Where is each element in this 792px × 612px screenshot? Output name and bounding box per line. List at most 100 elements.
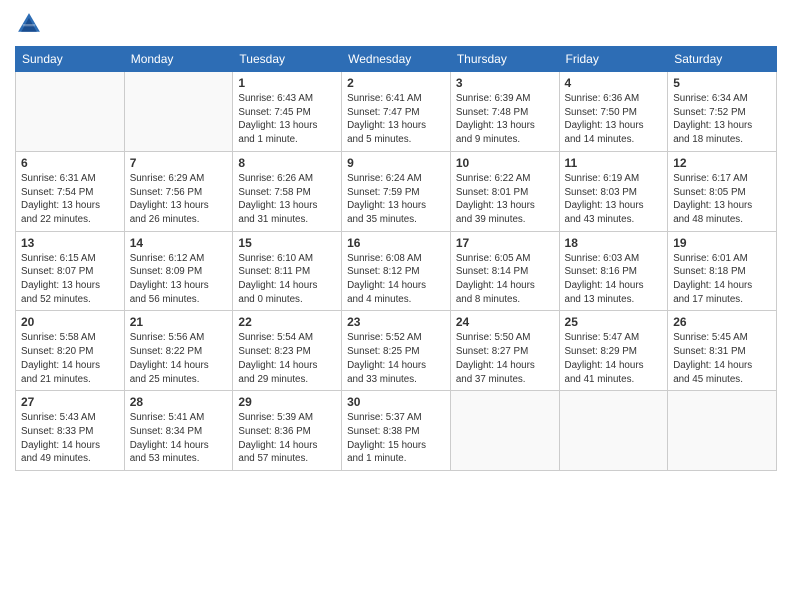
cell-info: Sunrise: 6:08 AM Sunset: 8:12 PM Dayligh… [347, 252, 445, 307]
cell-info: Sunrise: 5:37 AM Sunset: 8:38 PM Dayligh… [347, 411, 445, 466]
calendar-cell: 15 Sunrise: 6:10 AM Sunset: 8:11 PM Dayli… [233, 231, 342, 311]
calendar-cell: 16 Sunrise: 6:08 AM Sunset: 8:12 PM Dayli… [342, 231, 451, 311]
cell-info: Sunrise: 6:24 AM Sunset: 7:59 PM Dayligh… [347, 172, 445, 227]
weekday-header-friday: Friday [559, 47, 668, 72]
calendar-cell: 27Sunrise: 5:43 AM Sunset: 8:33 PM Dayli… [16, 391, 125, 471]
calendar-cell: 28Sunrise: 5:41 AM Sunset: 8:34 PM Dayli… [124, 391, 233, 471]
cell-info: Sunrise: 6:12 AM Sunset: 8:09 PM Dayligh… [130, 252, 228, 307]
cell-info: Sunrise: 5:52 AM Sunset: 8:25 PM Dayligh… [347, 331, 445, 386]
cell-date: 23 [347, 315, 445, 329]
cell-date: 29 [238, 395, 336, 409]
calendar-cell: 4 Sunrise: 6:36 AM Sunset: 7:50 PM Daylig… [559, 72, 668, 152]
calendar-cell: 17 Sunrise: 6:05 AM Sunset: 8:14 PM Dayli… [450, 231, 559, 311]
cell-date: 21 [130, 315, 228, 329]
page: SundayMondayTuesdayWednesdayThursdayFrid… [0, 0, 792, 612]
weekday-header-thursday: Thursday [450, 47, 559, 72]
calendar-cell: 11 Sunrise: 6:19 AM Sunset: 8:03 PM Dayli… [559, 151, 668, 231]
cell-date: 2 [347, 76, 445, 90]
cell-date: 19 [673, 236, 771, 250]
calendar-cell [450, 391, 559, 471]
calendar-cell: 22Sunrise: 5:54 AM Sunset: 8:23 PM Dayli… [233, 311, 342, 391]
cell-info: Sunrise: 6:39 AM Sunset: 7:48 PM Dayligh… [456, 92, 554, 147]
cell-info: Sunrise: 6:17 AM Sunset: 8:05 PM Dayligh… [673, 172, 771, 227]
calendar-cell: 1Sunrise: 6:43 AM Sunset: 7:45 PM Daylig… [233, 72, 342, 152]
calendar-week-row: 1Sunrise: 6:43 AM Sunset: 7:45 PM Daylig… [16, 72, 777, 152]
calendar-cell: 21 Sunrise: 5:56 AM Sunset: 8:22 PM Dayli… [124, 311, 233, 391]
calendar-cell [124, 72, 233, 152]
calendar-cell: 13Sunrise: 6:15 AM Sunset: 8:07 PM Dayli… [16, 231, 125, 311]
calendar-cell: 10 Sunrise: 6:22 AM Sunset: 8:01 PM Dayli… [450, 151, 559, 231]
cell-date: 25 [565, 315, 663, 329]
calendar-week-row: 27Sunrise: 5:43 AM Sunset: 8:33 PM Dayli… [16, 391, 777, 471]
weekday-header-tuesday: Tuesday [233, 47, 342, 72]
header [15, 10, 777, 38]
cell-date: 30 [347, 395, 445, 409]
calendar-cell: 12 Sunrise: 6:17 AM Sunset: 8:05 PM Dayli… [668, 151, 777, 231]
cell-info: Sunrise: 6:34 AM Sunset: 7:52 PM Dayligh… [673, 92, 771, 147]
cell-info: Sunrise: 5:39 AM Sunset: 8:36 PM Dayligh… [238, 411, 336, 466]
cell-date: 7 [130, 156, 228, 170]
cell-date: 15 [238, 236, 336, 250]
cell-info: Sunrise: 5:54 AM Sunset: 8:23 PM Dayligh… [238, 331, 336, 386]
calendar-cell: 5 Sunrise: 6:34 AM Sunset: 7:52 PM Daylig… [668, 72, 777, 152]
cell-date: 16 [347, 236, 445, 250]
calendar: SundayMondayTuesdayWednesdayThursdayFrid… [15, 46, 777, 471]
calendar-cell: 29 Sunrise: 5:39 AM Sunset: 8:36 PM Dayli… [233, 391, 342, 471]
cell-info: Sunrise: 6:19 AM Sunset: 8:03 PM Dayligh… [565, 172, 663, 227]
cell-info: Sunrise: 5:58 AM Sunset: 8:20 PM Dayligh… [21, 331, 119, 386]
weekday-header-sunday: Sunday [16, 47, 125, 72]
cell-info: Sunrise: 5:47 AM Sunset: 8:29 PM Dayligh… [565, 331, 663, 386]
calendar-cell [668, 391, 777, 471]
weekday-header-saturday: Saturday [668, 47, 777, 72]
cell-date: 13 [21, 236, 119, 250]
cell-date: 11 [565, 156, 663, 170]
calendar-cell: 18 Sunrise: 6:03 AM Sunset: 8:16 PM Dayli… [559, 231, 668, 311]
weekday-header-row: SundayMondayTuesdayWednesdayThursdayFrid… [16, 47, 777, 72]
cell-date: 10 [456, 156, 554, 170]
calendar-cell: 2 Sunrise: 6:41 AM Sunset: 7:47 PM Daylig… [342, 72, 451, 152]
calendar-cell: 3 Sunrise: 6:39 AM Sunset: 7:48 PM Daylig… [450, 72, 559, 152]
cell-date: 26 [673, 315, 771, 329]
cell-info: Sunrise: 6:43 AM Sunset: 7:45 PM Dayligh… [238, 92, 336, 147]
calendar-cell: 30 Sunrise: 5:37 AM Sunset: 8:38 PM Dayli… [342, 391, 451, 471]
weekday-header-monday: Monday [124, 47, 233, 72]
cell-date: 14 [130, 236, 228, 250]
cell-date: 27 [21, 395, 119, 409]
calendar-cell: 24Sunrise: 5:50 AM Sunset: 8:27 PM Dayli… [450, 311, 559, 391]
cell-date: 4 [565, 76, 663, 90]
cell-info: Sunrise: 5:50 AM Sunset: 8:27 PM Dayligh… [456, 331, 554, 386]
logo [15, 10, 47, 38]
cell-date: 9 [347, 156, 445, 170]
cell-info: Sunrise: 6:22 AM Sunset: 8:01 PM Dayligh… [456, 172, 554, 227]
calendar-cell: 20Sunrise: 5:58 AM Sunset: 8:20 PM Dayli… [16, 311, 125, 391]
cell-date: 6 [21, 156, 119, 170]
calendar-cell: 7 Sunrise: 6:29 AM Sunset: 7:56 PM Daylig… [124, 151, 233, 231]
cell-date: 12 [673, 156, 771, 170]
calendar-cell: 25 Sunrise: 5:47 AM Sunset: 8:29 PM Dayli… [559, 311, 668, 391]
cell-date: 3 [456, 76, 554, 90]
cell-date: 28 [130, 395, 228, 409]
logo-icon [15, 10, 43, 38]
calendar-cell: 23 Sunrise: 5:52 AM Sunset: 8:25 PM Dayli… [342, 311, 451, 391]
cell-info: Sunrise: 6:29 AM Sunset: 7:56 PM Dayligh… [130, 172, 228, 227]
cell-date: 18 [565, 236, 663, 250]
calendar-cell: 14 Sunrise: 6:12 AM Sunset: 8:09 PM Dayli… [124, 231, 233, 311]
calendar-week-row: 20Sunrise: 5:58 AM Sunset: 8:20 PM Dayli… [16, 311, 777, 391]
calendar-cell: 19Sunrise: 6:01 AM Sunset: 8:18 PM Dayli… [668, 231, 777, 311]
cell-info: Sunrise: 6:05 AM Sunset: 8:14 PM Dayligh… [456, 252, 554, 307]
cell-date: 5 [673, 76, 771, 90]
cell-info: Sunrise: 5:45 AM Sunset: 8:31 PM Dayligh… [673, 331, 771, 386]
calendar-cell: 8 Sunrise: 6:26 AM Sunset: 7:58 PM Daylig… [233, 151, 342, 231]
calendar-cell [559, 391, 668, 471]
weekday-header-wednesday: Wednesday [342, 47, 451, 72]
cell-date: 8 [238, 156, 336, 170]
calendar-cell: 9 Sunrise: 6:24 AM Sunset: 7:59 PM Daylig… [342, 151, 451, 231]
cell-info: Sunrise: 6:41 AM Sunset: 7:47 PM Dayligh… [347, 92, 445, 147]
cell-date: 17 [456, 236, 554, 250]
cell-info: Sunrise: 6:10 AM Sunset: 8:11 PM Dayligh… [238, 252, 336, 307]
cell-info: Sunrise: 6:36 AM Sunset: 7:50 PM Dayligh… [565, 92, 663, 147]
cell-info: Sunrise: 5:56 AM Sunset: 8:22 PM Dayligh… [130, 331, 228, 386]
calendar-week-row: 6Sunrise: 6:31 AM Sunset: 7:54 PM Daylig… [16, 151, 777, 231]
cell-info: Sunrise: 6:26 AM Sunset: 7:58 PM Dayligh… [238, 172, 336, 227]
cell-info: Sunrise: 6:03 AM Sunset: 8:16 PM Dayligh… [565, 252, 663, 307]
